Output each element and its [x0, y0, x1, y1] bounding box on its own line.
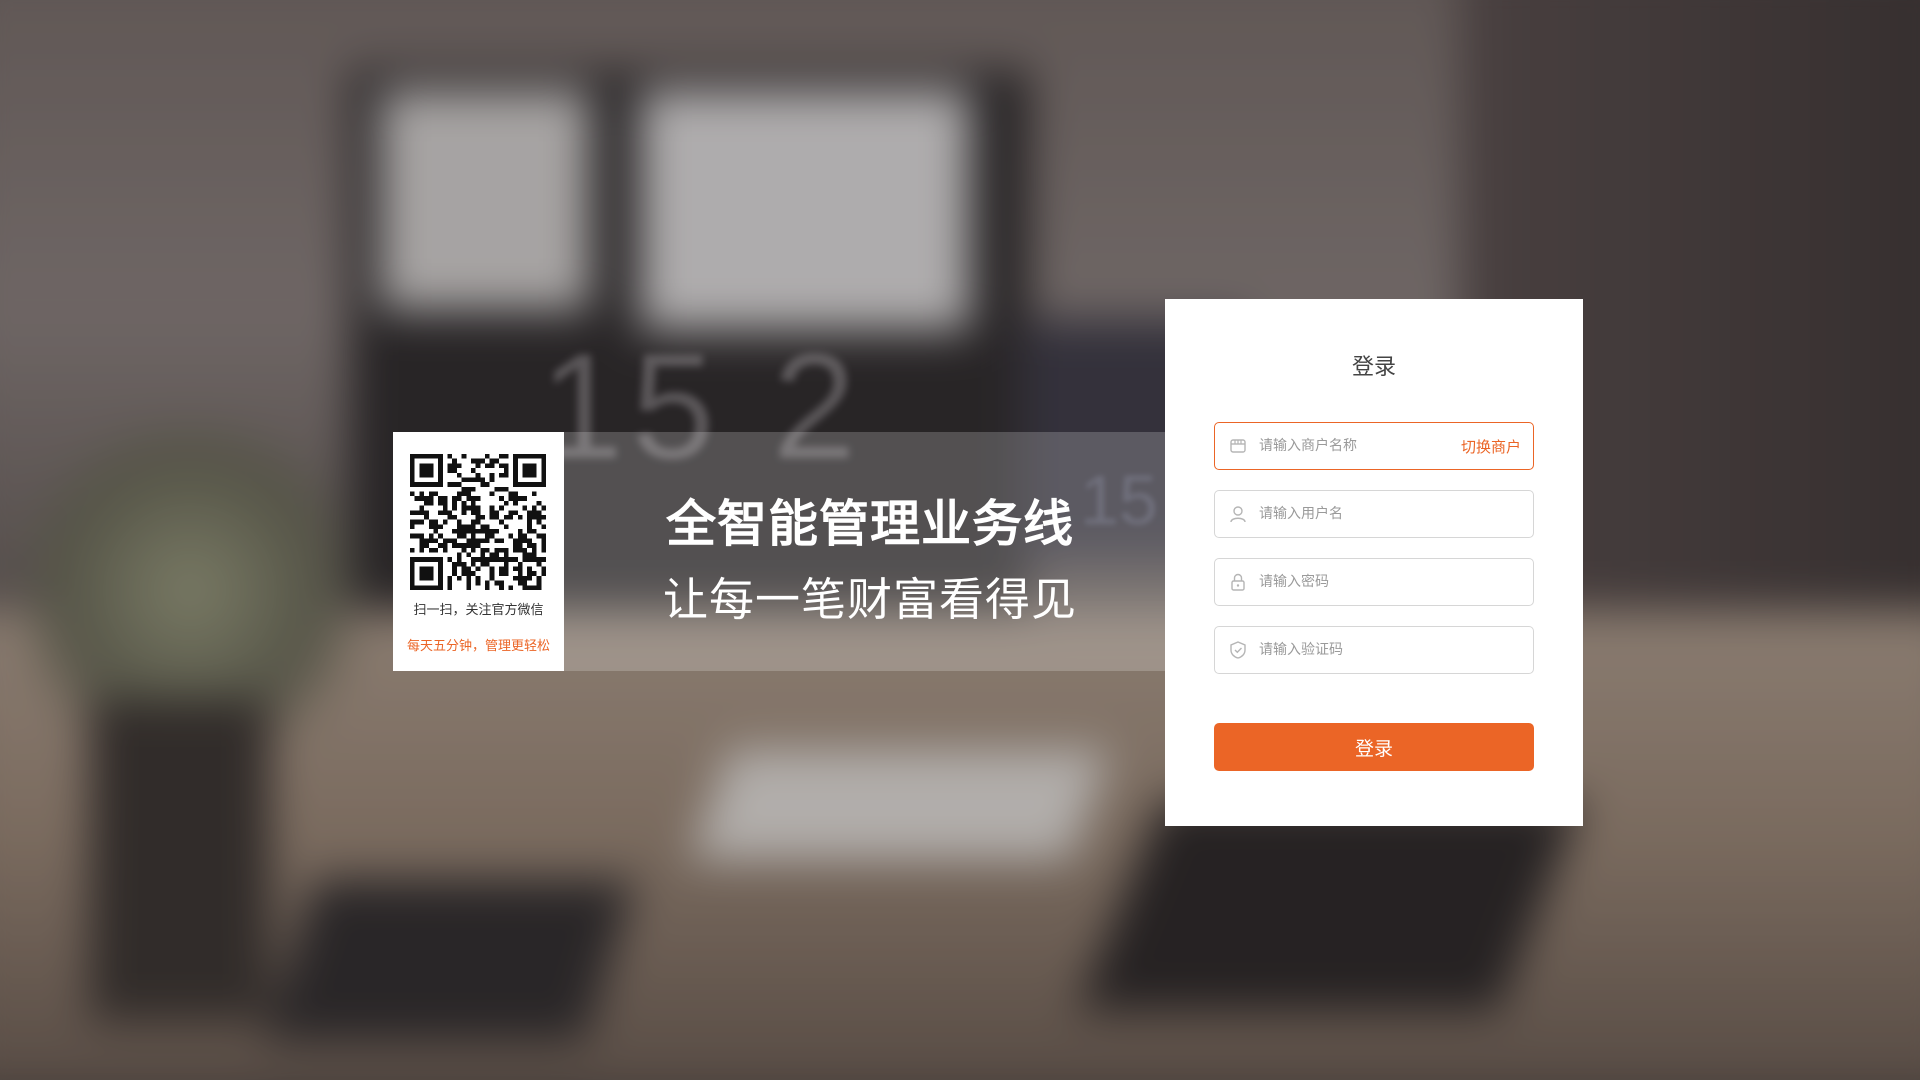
- login-title: 登录: [1351, 355, 1396, 380]
- switch-merchant-link[interactable]: 切换商户: [1461, 436, 1521, 457]
- captcha-field[interactable]: [1214, 626, 1534, 674]
- username-field[interactable]: [1214, 490, 1534, 538]
- login-button[interactable]: 登录: [1214, 723, 1534, 771]
- username-input[interactable]: [1259, 491, 1439, 537]
- qr-caption: 扫一扫，关注官方微信: [413, 603, 544, 618]
- promo-title: 全智能管理业务线: [666, 495, 1074, 553]
- password-input[interactable]: [1259, 559, 1439, 605]
- qr-tagline: 每天五分钟，管理更轻松: [406, 639, 550, 654]
- user-icon: [1230, 506, 1246, 523]
- merchant-input[interactable]: [1259, 423, 1439, 469]
- qr-card: 扫一扫，关注官方微信 每天五分钟，管理更轻松: [393, 432, 564, 671]
- login-card: 登录 切换商户 登录: [1165, 299, 1583, 826]
- lock-icon: [1231, 573, 1245, 591]
- captcha-input[interactable]: [1259, 627, 1439, 673]
- qr-code: [410, 454, 546, 590]
- store-icon: [1230, 439, 1246, 453]
- shield-icon: [1230, 641, 1246, 659]
- password-field[interactable]: [1214, 558, 1534, 606]
- promo-subtitle: 让每一笔财富看得见: [662, 573, 1077, 626]
- merchant-field[interactable]: 切换商户: [1214, 422, 1534, 470]
